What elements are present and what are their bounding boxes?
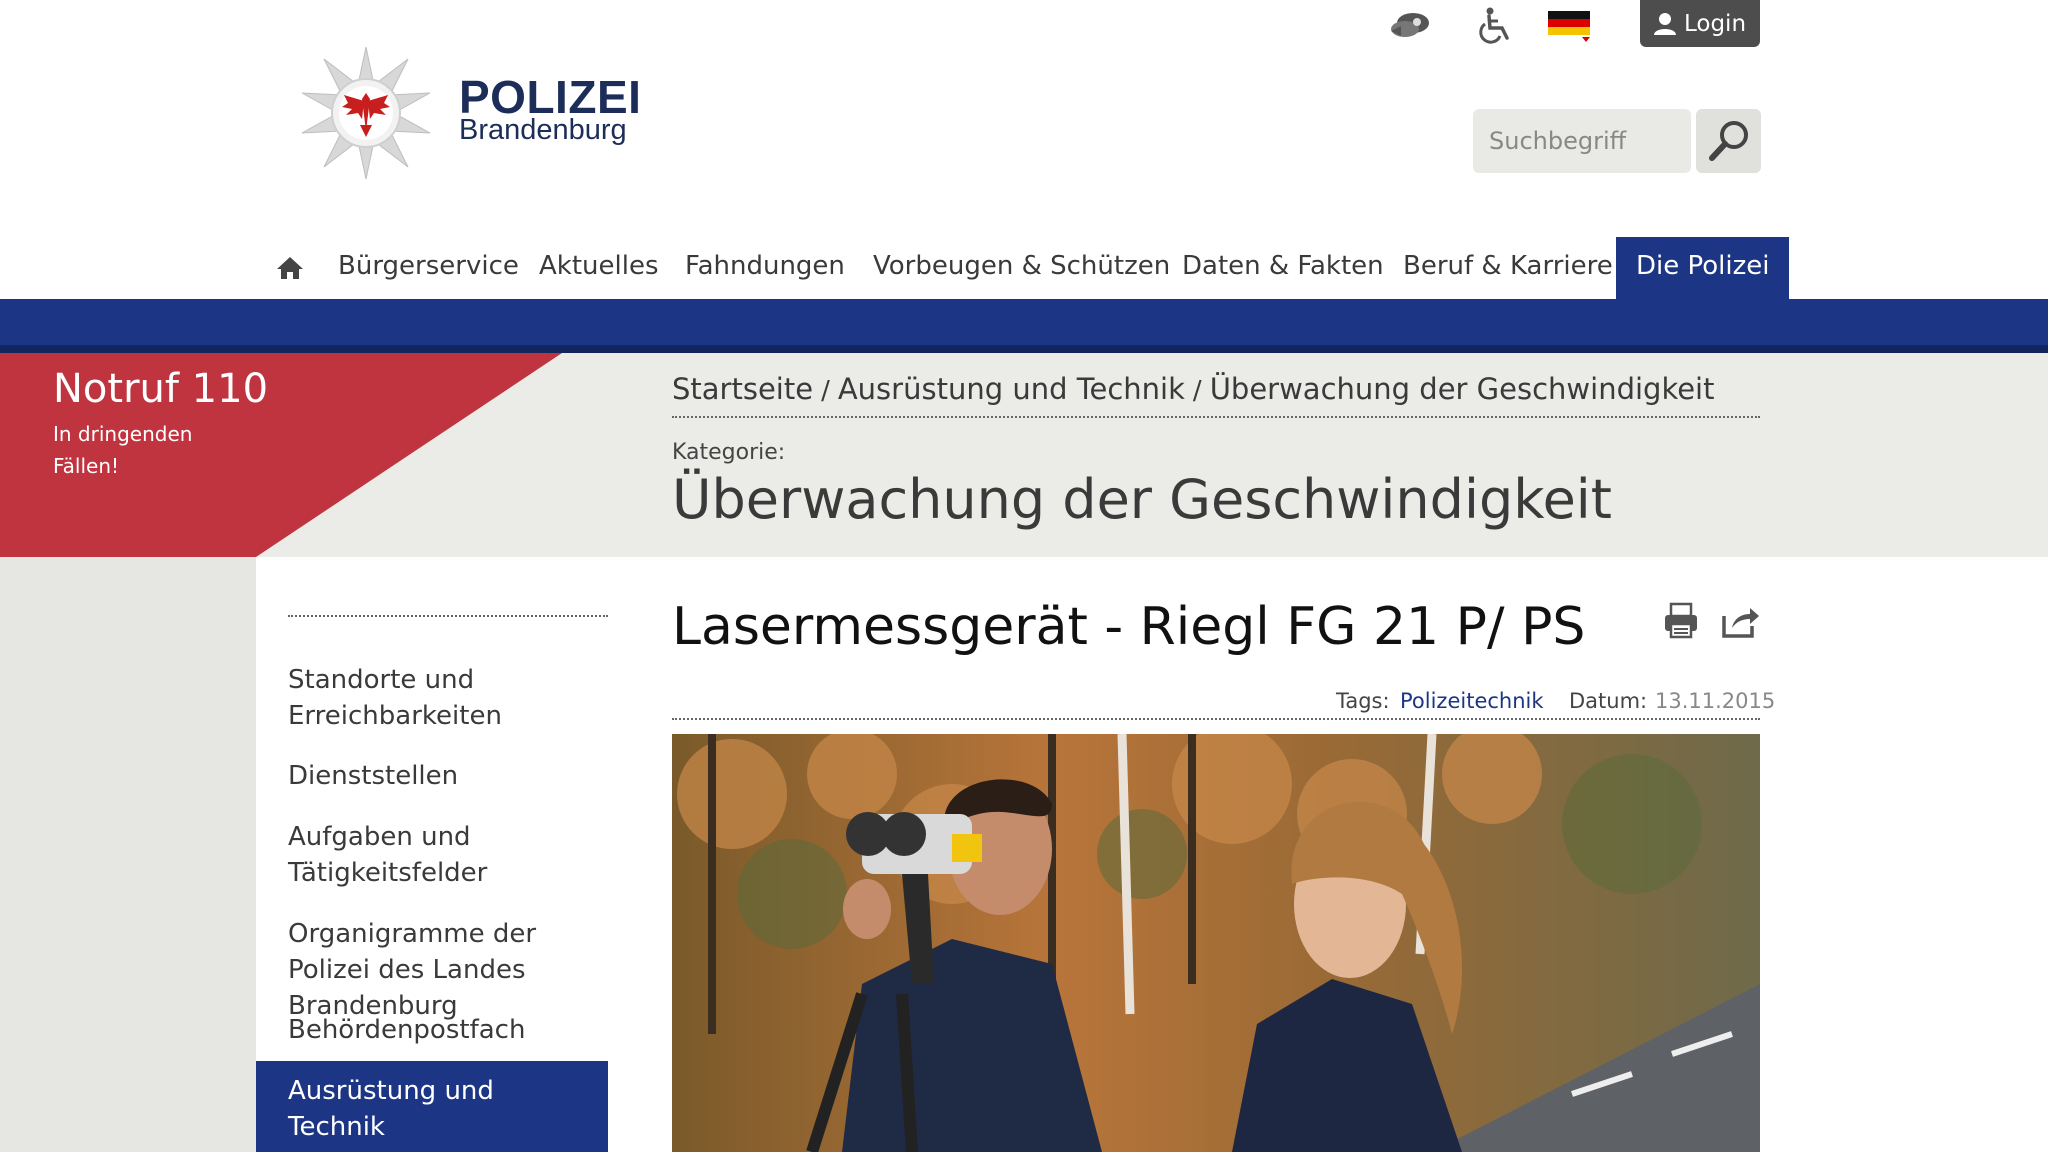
article-photo	[672, 734, 1760, 1152]
sign-language-icon[interactable]	[1386, 6, 1434, 46]
home-icon[interactable]	[272, 237, 308, 299]
login-label: Login	[1683, 10, 1747, 37]
tags-label: Tags:	[1336, 689, 1390, 713]
category-title: Überwachung der Geschwindigkeit	[672, 468, 1612, 531]
breadcrumb-current: Überwachung der Geschwindigkeit	[1209, 372, 1715, 406]
nav-item-beruf-karriere[interactable]: Beruf & Karriere	[1403, 237, 1613, 299]
sidebar-divider	[288, 615, 608, 617]
category-label: Kategorie:	[672, 440, 786, 465]
breadcrumb-startseite[interactable]: Startseite	[672, 372, 813, 406]
wheelchair-icon[interactable]	[1472, 6, 1520, 46]
emergency-title: Notruf 110	[53, 366, 269, 412]
search-input[interactable]	[1473, 109, 1691, 173]
nav-item-aktuelles[interactable]: Aktuelles	[539, 237, 659, 299]
breadcrumb-separator: /	[1192, 376, 1202, 406]
search-button[interactable]	[1696, 109, 1761, 173]
left-margin	[0, 557, 256, 1152]
nav-item-die-polizei[interactable]: Die Polizei	[1616, 237, 1790, 299]
nav-divider	[0, 345, 2048, 353]
police-star-logo[interactable]	[298, 45, 434, 181]
main-navigation: Bürgerservice Aktuelles Fahndungen Vorbe…	[0, 237, 2048, 299]
nav-item-daten-fakten[interactable]: Daten & Fakten	[1182, 237, 1384, 299]
article-title: Lasermessgerät - Riegl FG 21 P/ PS	[672, 597, 1586, 657]
sidebar-item-aufgaben[interactable]: Aufgaben und Tätigkeitsfelder	[288, 819, 608, 891]
article-date: 13.11.2015	[1655, 689, 1776, 713]
logo-subtitle: Brandenburg	[459, 114, 627, 146]
german-flag-icon[interactable]	[1546, 6, 1594, 46]
breadcrumb-ausruestung[interactable]: Ausrüstung und Technik	[838, 372, 1185, 406]
breadcrumb-separator: /	[821, 376, 830, 406]
sidebar-item-organigramme[interactable]: Organigramme der Polizei des Landes Bran…	[288, 916, 608, 1024]
tag-link[interactable]: Polizeitechnik	[1400, 689, 1544, 713]
nav-item-fahndungen[interactable]: Fahndungen	[685, 237, 845, 299]
sidebar-item-behoerdenpostfach[interactable]: Behördenpostfach	[288, 1012, 608, 1048]
nav-blue-band	[0, 299, 2048, 345]
nav-item-buergerservice[interactable]: Bürgerservice	[338, 237, 519, 299]
breadcrumb: Startseite / Ausrüstung und Technik / Überwa…	[672, 372, 1714, 406]
sidebar-item-standorte[interactable]: Standorte und Erreichbarkeiten	[288, 662, 608, 734]
user-icon	[1653, 12, 1676, 35]
nav-item-vorbeugen[interactable]: Vorbeugen & Schützen	[873, 237, 1170, 299]
meta-divider	[672, 718, 1760, 720]
search-icon	[1708, 121, 1748, 161]
sidebar-item-ausruestung[interactable]: Ausrüstung und Technik	[288, 1073, 588, 1145]
emergency-subtitle: In dringenden Fällen!	[53, 422, 193, 478]
sidebar-item-dienststellen[interactable]: Dienststellen	[288, 758, 608, 794]
share-icon[interactable]	[1720, 602, 1760, 640]
breadcrumb-divider	[672, 416, 1760, 418]
login-button[interactable]: Login	[1640, 0, 1760, 47]
print-icon[interactable]	[1662, 602, 1700, 640]
date-label: Datum:	[1569, 689, 1648, 713]
